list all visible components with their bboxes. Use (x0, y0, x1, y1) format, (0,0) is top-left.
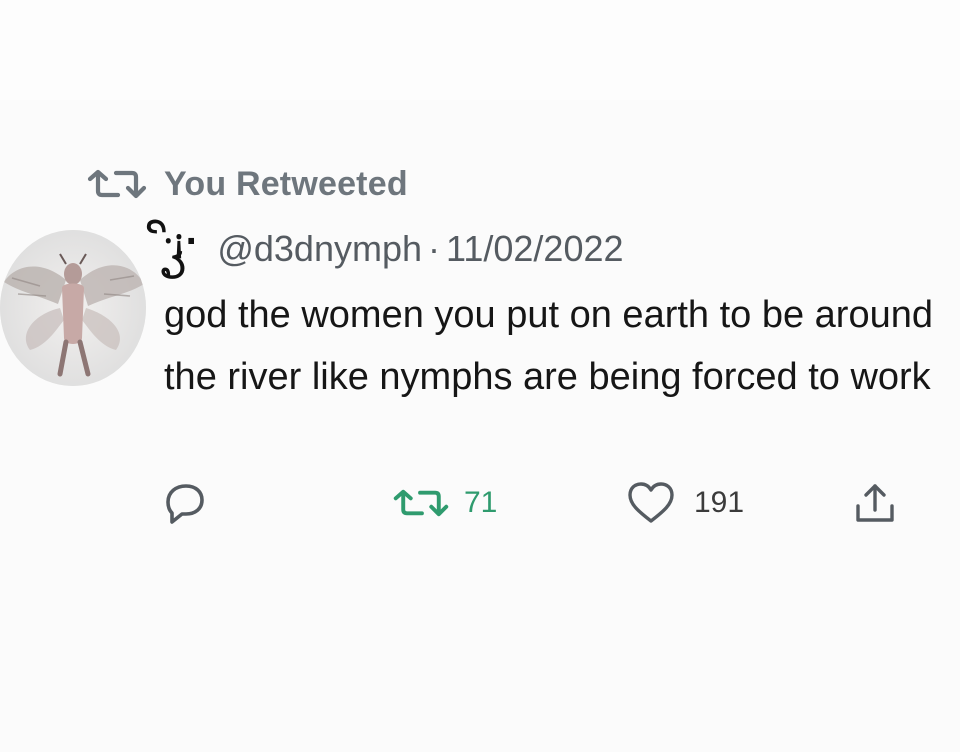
retweet-banner-label: You Retweeted (164, 164, 408, 203)
tweet-header: ·ꦼ¡ꦽ· @d3dnymph · 11/02/2022 (164, 222, 624, 274)
header-separator: · (428, 228, 441, 269)
tweet-card[interactable]: You Retweeted ·ꦼ¡ꦽ· @d3dnymph · 11/02/20… (0, 0, 960, 752)
retweet-icon (87, 169, 147, 199)
share-icon (856, 484, 894, 522)
avatar-moth-figure (0, 230, 146, 386)
reply-icon (166, 484, 204, 524)
share-button[interactable] (852, 478, 898, 528)
user-handle[interactable]: @d3dnymph (217, 228, 422, 270)
action-bar: 71 191 (160, 478, 920, 528)
retweet-banner: You Retweeted (86, 164, 408, 204)
like-button[interactable]: 191 (626, 478, 744, 528)
tweet-text: god the women you put on earth to be aro… (164, 294, 933, 398)
tweet-date[interactable]: 11/02/2022 (446, 228, 624, 270)
retweet-button[interactable]: 71 (392, 478, 497, 528)
retweet-icon (393, 489, 449, 517)
reply-button[interactable] (160, 478, 208, 528)
like-count: 191 (694, 486, 745, 519)
retweet-count: 71 (464, 486, 498, 519)
display-name[interactable]: ·ꦼ¡ꦽ· (164, 217, 199, 282)
heart-icon (628, 482, 674, 523)
avatar[interactable] (0, 230, 146, 386)
